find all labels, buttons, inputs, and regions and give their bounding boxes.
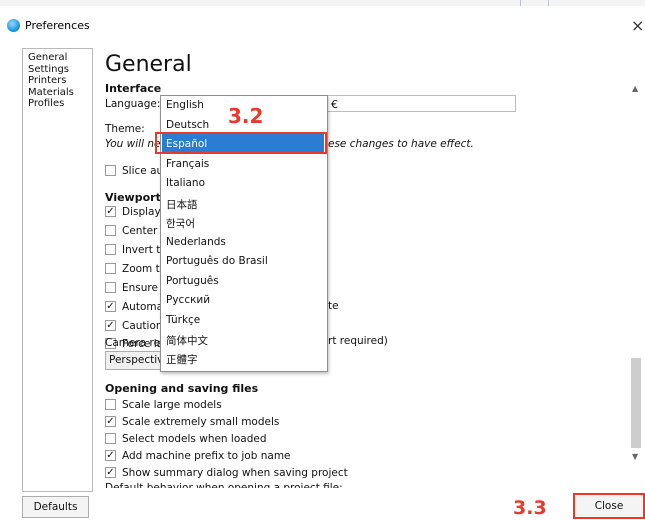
checkbox-box: ✓ bbox=[105, 300, 116, 312]
checkbox-box bbox=[105, 263, 116, 274]
viewport-checkbox[interactable]: ✓ Automa bbox=[105, 300, 163, 313]
interface-section-heading: Interface bbox=[105, 82, 162, 95]
viewport-checkbox[interactable]: Center c bbox=[105, 224, 166, 237]
page-title: General bbox=[105, 52, 192, 77]
checkbox-label: Automa bbox=[122, 300, 164, 313]
app-icon bbox=[7, 19, 20, 32]
language-option[interactable]: Português do Brasil bbox=[166, 255, 268, 267]
defaults-button[interactable]: Defaults bbox=[22, 496, 89, 518]
scrollbar-thumb[interactable] bbox=[631, 358, 641, 448]
window-title: Preferences bbox=[25, 19, 90, 32]
language-option-selected[interactable]: Español bbox=[166, 138, 207, 150]
background-divider bbox=[548, 0, 549, 6]
checkbox-box: ✓ bbox=[105, 205, 116, 217]
annotation-step-label: 3.3 bbox=[513, 497, 547, 519]
background-divider bbox=[520, 0, 521, 6]
background-window-strip bbox=[0, 0, 645, 6]
language-option[interactable]: Français bbox=[166, 158, 209, 170]
language-option[interactable]: Deutsch bbox=[166, 119, 209, 131]
checkbox-label: Zoom tc bbox=[122, 262, 166, 275]
slice-automatically-checkbox[interactable]: Slice aut bbox=[105, 164, 167, 177]
viewport-checkbox[interactable]: Zoom tc bbox=[105, 262, 166, 275]
checkbox-box bbox=[105, 282, 116, 293]
viewport-checkbox[interactable]: ✓ Caution bbox=[105, 319, 163, 332]
sidebar-item-settings[interactable]: Settings bbox=[23, 64, 92, 76]
currency-input[interactable]: € bbox=[325, 95, 516, 112]
automa-label-tail: te bbox=[328, 300, 339, 312]
scroll-up-icon[interactable]: ▲ bbox=[632, 84, 638, 93]
language-label: Language: bbox=[105, 98, 161, 110]
viewport-checkbox[interactable]: Invert tl bbox=[105, 243, 163, 256]
language-option[interactable]: 正體字 bbox=[166, 352, 198, 367]
language-option[interactable]: Português bbox=[166, 275, 219, 287]
language-option[interactable]: 日本語 bbox=[166, 197, 198, 212]
language-option[interactable]: Русский bbox=[166, 294, 210, 306]
scroll-down-icon[interactable]: ▼ bbox=[632, 452, 638, 461]
sidebar-item-general[interactable]: General bbox=[23, 49, 92, 64]
language-option[interactable]: 简体中文 bbox=[166, 333, 208, 348]
sidebar-item-materials[interactable]: Materials bbox=[23, 87, 92, 99]
language-option[interactable]: 한국어 bbox=[166, 216, 195, 231]
viewport-checkbox[interactable]: Ensure r bbox=[105, 281, 166, 294]
checkbox-box bbox=[105, 165, 116, 176]
restart-note-start: You will ne bbox=[105, 138, 161, 150]
checkbox-box bbox=[105, 225, 116, 236]
checkbox-label: Invert tl bbox=[122, 243, 164, 256]
sidebar-item-printers[interactable]: Printers bbox=[23, 75, 92, 87]
language-dropdown-list[interactable]: English Deutsch Español Français Italian… bbox=[155, 95, 328, 372]
close-window-icon[interactable]: × bbox=[631, 16, 644, 35]
preferences-sidebar: General Settings Printers Materials Prof… bbox=[22, 48, 93, 492]
language-option[interactable]: Nederlands bbox=[166, 236, 226, 248]
sidebar-item-profiles[interactable]: Profiles bbox=[23, 98, 92, 110]
checkbox-box: ✓ bbox=[105, 319, 116, 331]
language-option[interactable]: Italiano bbox=[166, 177, 205, 189]
annotation-step-label: 3.2 bbox=[228, 104, 264, 128]
language-option[interactable]: Türkçe bbox=[166, 314, 200, 326]
theme-label: Theme: bbox=[105, 123, 145, 135]
checkbox-box bbox=[105, 244, 116, 255]
panel-scrollbar[interactable]: ▲ ▼ bbox=[628, 78, 644, 468]
title-bar: Preferences × bbox=[0, 12, 645, 40]
checkbox-label: Caution bbox=[122, 319, 163, 332]
viewport-section-heading: Viewport l bbox=[105, 191, 169, 204]
force-label-tail: rt required) bbox=[328, 335, 388, 347]
language-option[interactable]: English bbox=[166, 99, 204, 111]
restart-note-end: ese changes to have effect. bbox=[328, 138, 474, 150]
close-button[interactable]: Close bbox=[573, 493, 645, 519]
camera-rendering-label: Camera ren bbox=[105, 337, 167, 349]
